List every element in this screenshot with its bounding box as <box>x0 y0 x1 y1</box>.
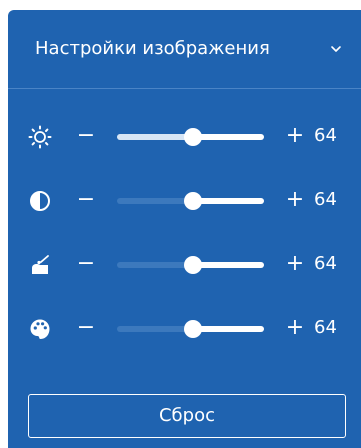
brightness-icon <box>28 125 52 149</box>
image-settings-panel: Настройки изображения − + 64 − + 64 − + … <box>8 10 361 448</box>
sharpness-row: − + 64 <box>8 244 361 284</box>
contrast-slider[interactable] <box>117 192 264 210</box>
sharpness-increase-button[interactable]: + <box>285 253 305 275</box>
brightness-decrease-button[interactable]: − <box>76 125 96 147</box>
slider-fill-left <box>117 134 194 140</box>
color-row: − + 64 <box>8 308 361 348</box>
contrast-row: − + 64 <box>8 180 361 220</box>
color-slider[interactable] <box>117 320 264 338</box>
sharpness-decrease-button[interactable]: − <box>76 253 96 275</box>
reset-button[interactable]: Сброс <box>28 394 346 438</box>
contrast-icon <box>30 191 50 211</box>
panel-title: Настройки изображения <box>35 38 270 59</box>
color-palette-icon <box>30 319 50 339</box>
contrast-decrease-button[interactable]: − <box>76 189 96 211</box>
contrast-value: 64 <box>314 189 337 210</box>
image-settings-dropdown[interactable]: Настройки изображения <box>8 10 361 89</box>
chevron-down-icon <box>331 46 341 52</box>
slider-thumb[interactable] <box>184 128 203 146</box>
color-value: 64 <box>314 317 337 338</box>
color-decrease-button[interactable]: − <box>76 317 96 339</box>
brightness-increase-button[interactable]: + <box>285 125 305 147</box>
sharpness-slider[interactable] <box>117 256 264 274</box>
sharpness-icon <box>32 255 49 274</box>
slider-fill-right <box>193 134 264 140</box>
slider-thumb[interactable] <box>184 320 203 338</box>
slider-thumb[interactable] <box>184 192 203 210</box>
brightness-row: − + 64 <box>8 116 361 156</box>
sharpness-value: 64 <box>314 253 337 274</box>
slider-fill-right <box>193 262 264 268</box>
slider-fill-right <box>193 326 264 332</box>
contrast-increase-button[interactable]: + <box>285 189 305 211</box>
slider-fill-right <box>193 198 264 204</box>
slider-thumb[interactable] <box>184 256 203 274</box>
brightness-slider[interactable] <box>117 128 264 146</box>
color-increase-button[interactable]: + <box>285 317 305 339</box>
brightness-value: 64 <box>314 125 337 146</box>
